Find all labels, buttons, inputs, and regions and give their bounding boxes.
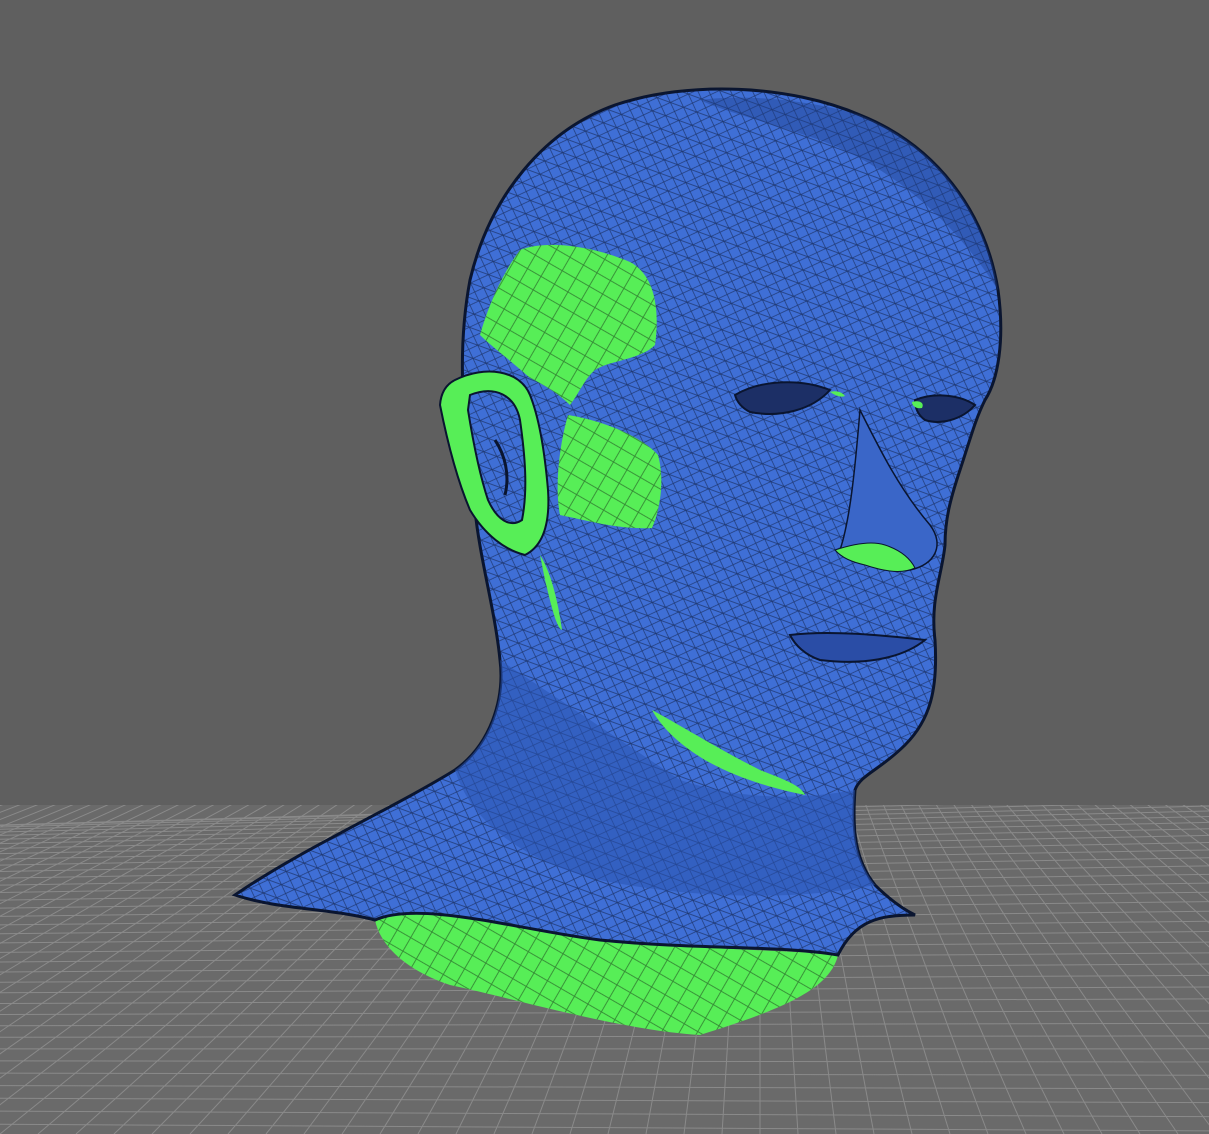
ear [438, 370, 550, 557]
3d-viewport[interactable] [0, 0, 1209, 1134]
viewport-canvas[interactable] [0, 0, 1209, 1134]
